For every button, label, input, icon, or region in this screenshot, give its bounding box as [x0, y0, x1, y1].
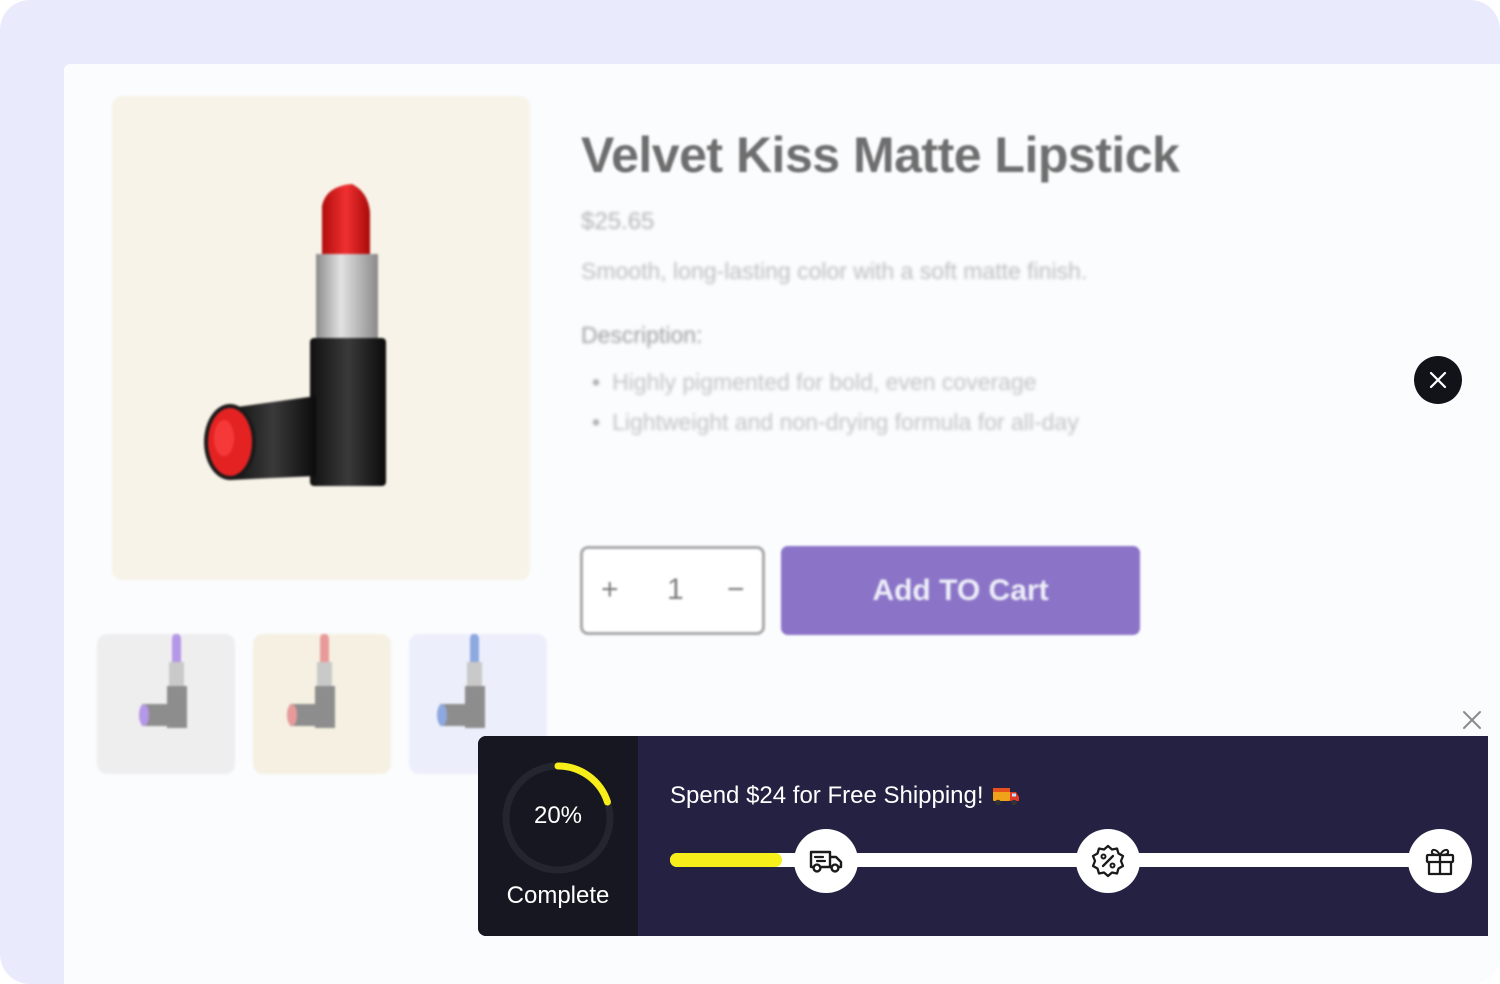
milestone-free-shipping	[794, 829, 858, 893]
progress-percent: 20%	[533, 802, 583, 829]
progress-label: Complete	[506, 882, 610, 909]
shipping-headline-text: Spend $24 for Free Shipping!	[670, 782, 984, 809]
quantity-stepper[interactable]: + 1 −	[580, 546, 765, 635]
thumbnail-purple[interactable]	[97, 632, 235, 774]
description-bullet: Lightweight and non-drying formula for a…	[592, 408, 1079, 448]
truck-icon	[809, 850, 843, 873]
close-icon	[1463, 711, 1481, 729]
shipping-progress-fill	[670, 853, 782, 867]
product-title: Velvet Kiss Matte Lipstick	[581, 127, 1180, 183]
free-shipping-banner: 20% Complete Spend $24 for Free Shipping…	[478, 736, 1488, 936]
lipstick-image	[204, 184, 386, 486]
product-tagline: Smooth, long-lasting color with a soft m…	[581, 258, 1088, 284]
close-icon	[1429, 371, 1447, 389]
description-label: Description:	[581, 322, 703, 348]
delivery-truck-icon	[992, 788, 1019, 806]
modal-close-button[interactable]	[1414, 356, 1462, 404]
increase-quantity-button[interactable]: +	[601, 573, 619, 607]
milestone-discount	[1076, 829, 1140, 893]
banner-close-button[interactable]	[1461, 709, 1483, 731]
shipping-progress-bar	[670, 853, 1442, 867]
description-bullet: Highly pigmented for bold, even coverage	[592, 368, 1079, 408]
product-main-image[interactable]	[112, 96, 530, 580]
lipstick-thumbnail-image	[139, 632, 187, 728]
screenshot-frame: Velvet Kiss Matte Lipstick $25.65 Smooth…	[0, 0, 1500, 984]
add-to-cart-button[interactable]: Add TO Cart	[781, 546, 1140, 635]
milestone-gift	[1408, 829, 1472, 893]
shipping-headline: Spend $24 for Free Shipping!	[670, 782, 1020, 810]
description-list: Highly pigmented for bold, even coverage…	[592, 368, 1079, 448]
decrease-quantity-button[interactable]: −	[727, 573, 745, 607]
lipstick-thumbnail-image	[287, 632, 335, 728]
progress-panel: 20% Complete	[478, 736, 638, 936]
discount-badge-icon	[1091, 844, 1125, 878]
gift-icon	[1425, 848, 1455, 876]
quantity-value[interactable]: 1	[667, 573, 684, 607]
product-price: $25.65	[581, 208, 655, 235]
thumbnail-pink[interactable]	[253, 632, 391, 774]
